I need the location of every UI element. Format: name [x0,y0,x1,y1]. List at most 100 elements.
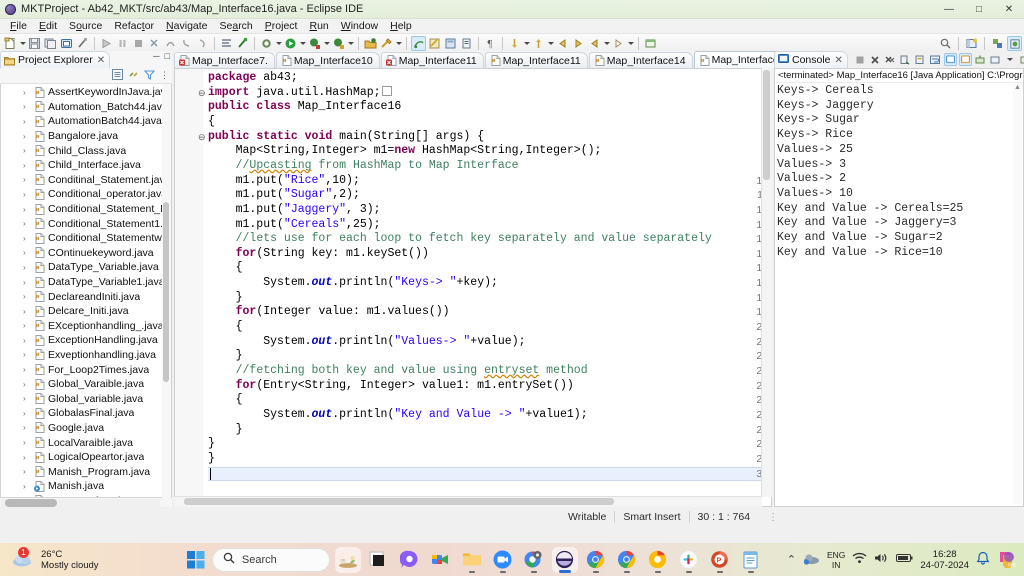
code-line[interactable]: } [208,437,761,452]
notepad-icon[interactable] [738,547,764,573]
code-line[interactable]: package ab43; [208,71,761,86]
tree-expand-arrow-icon[interactable]: › [23,117,32,126]
slack-icon[interactable] [676,547,702,573]
tree-expand-arrow-icon[interactable]: › [23,234,32,243]
word-wrap-icon[interactable] [929,53,942,66]
tree-expand-arrow-icon[interactable]: › [23,219,32,228]
bell-icon[interactable] [976,551,990,569]
tree-expand-arrow-icon[interactable]: › [23,132,32,141]
tree-expand-arrow-icon[interactable]: › [23,205,32,214]
pin-editor-icon[interactable] [643,36,658,51]
tree-expand-arrow-icon[interactable]: › [23,307,32,316]
editor-tab-map-interface7-[interactable]: Map_Interface7. [174,52,275,68]
battery-icon[interactable] [896,553,913,566]
eclipse-icon[interactable] [551,546,578,573]
console-dropdown-icon[interactable] [1004,53,1017,66]
code-line[interactable]: m1.put("Rice",10); [208,174,761,189]
open-task-icon[interactable] [219,36,234,51]
project-explorer-horizontal-scrollbar[interactable] [1,499,160,507]
code-line[interactable]: } [208,423,761,438]
tree-item[interactable]: › Global_variable.java [1,391,171,406]
maximize-button[interactable]: □ [964,0,994,18]
minimize-button[interactable]: — [934,0,964,18]
java-perspective-toggle-icon[interactable] [411,36,426,51]
chrome-icon-3[interactable] [645,547,671,573]
code-line[interactable]: for(String key: m1.keySet()) [208,247,761,262]
fold-toggle-icon[interactable]: ⊖ [198,86,206,101]
code-line[interactable]: for(Integer value: m1.values()) [208,305,761,320]
weather-widget[interactable]: 1 26°C Mostly cloudy [12,546,162,571]
new-wizard-dropdown-icon[interactable] [19,36,26,51]
editor-vertical-scrollbar[interactable] [761,68,772,497]
tree-expand-arrow-icon[interactable]: › [23,467,32,476]
code-line[interactable]: m1.put("Jaggery", 3); [208,203,761,218]
tree-expand-arrow-icon[interactable]: › [23,350,32,359]
step-over-icon[interactable] [163,36,178,51]
code-line[interactable]: } [208,349,761,364]
debug-icon[interactable] [307,36,322,51]
run-dropdown-icon[interactable] [299,36,306,51]
tree-item[interactable]: › Bangalore.java [1,129,171,144]
volume-icon[interactable] [874,552,889,567]
previous-annotation-icon[interactable] [531,36,546,51]
back-icon[interactable] [571,36,586,51]
external-tools-icon[interactable] [259,36,274,51]
tree-expand-arrow-icon[interactable]: › [23,161,32,170]
tree-item[interactable]: › Conditional_Statement_Nes [1,202,171,217]
clear-console-icon[interactable] [899,53,912,66]
collapse-all-icon[interactable] [112,68,123,83]
navigate-forward-dropdown-icon[interactable] [627,36,634,51]
tree-expand-arrow-icon[interactable]: › [23,321,32,330]
code-line[interactable]: //fetching both key and value using entr… [208,364,761,379]
tab-console[interactable]: Console ✕ [774,51,848,68]
pause-icon[interactable] [115,36,130,51]
tree-expand-arrow-icon[interactable]: › [23,365,32,374]
code-line[interactable]: { [208,115,761,130]
tree-item[interactable]: › For_Loop2Times.java [1,362,171,377]
project-explorer-tab-close[interactable]: ✕ [97,55,105,66]
last-edit-location-icon[interactable] [555,36,570,51]
tree-item[interactable]: › Exveptionhandling.java [1,348,171,363]
pin-console-icon[interactable] [958,53,972,66]
view-filter-icon[interactable] [143,69,156,83]
save-all-icon[interactable] [43,36,58,51]
tree-item[interactable]: › Manish.java [1,479,171,494]
forward-icon[interactable] [587,36,602,51]
editor-horizontal-scrollbar[interactable] [174,496,762,507]
tree-expand-arrow-icon[interactable]: › [23,88,32,97]
menu-window[interactable]: Window [335,19,384,33]
debug-perspective-icon[interactable] [990,36,1005,51]
code-line[interactable]: System.out.println("Keys-> "+key); [208,276,761,291]
tree-expand-arrow-icon[interactable]: › [23,423,32,432]
code-line[interactable]: for(Entry<String, Integer> value1: m1.en… [208,379,761,394]
stop-icon[interactable] [131,36,146,51]
tree-item[interactable]: › Map_Interface.java [1,494,171,497]
save-icon[interactable] [27,36,42,51]
navigate-forward-icon[interactable] [611,36,626,51]
skip-breakpoints-icon[interactable] [147,36,162,51]
wifi-icon[interactable] [852,552,867,567]
menu-run[interactable]: Run [303,19,334,33]
start-button[interactable] [185,549,207,571]
open-perspective-icon[interactable] [964,36,979,51]
new-java-class-dropdown-icon[interactable] [395,36,402,51]
tree-item[interactable]: › EXceptionhandling_.java [1,319,171,334]
tray-overflow-icon[interactable]: ⌃ [787,553,796,566]
project-explorer-tree[interactable]: › AssertKeywordInJava.java › Automation_Bat… [0,84,172,498]
status-overflow-icon[interactable]: ⋮ [758,512,778,523]
display-selected-console-icon[interactable] [974,53,987,66]
java-perspective-icon[interactable] [1007,36,1022,51]
editor-tab-map-interface11[interactable]: Map_Interface11 [484,52,588,68]
project-explorer-minimize[interactable]: ─ [153,52,159,61]
tree-expand-arrow-icon[interactable]: › [23,380,32,389]
tree-item[interactable]: › Automation_Batch44.java [1,100,171,115]
scroll-lock-icon[interactable] [914,53,927,66]
tree-item[interactable]: › AutomationBatch44.java [1,114,171,129]
print-icon[interactable] [59,36,74,51]
code-line[interactable] [208,467,761,482]
editor-tab-map-interface14[interactable]: Map_Interface14 [588,52,693,68]
code-line[interactable]: } [208,291,761,306]
tree-expand-arrow-icon[interactable]: › [23,394,32,403]
tab-project-explorer[interactable]: Project Explorer ✕ [0,51,111,68]
coverage-dropdown-icon[interactable] [347,36,354,51]
